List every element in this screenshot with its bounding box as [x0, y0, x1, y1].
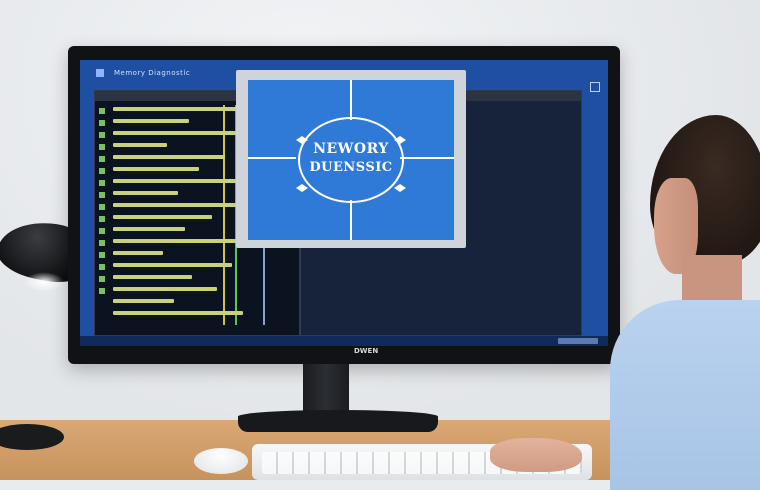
desk-lamp-light — [24, 272, 64, 292]
taskbar[interactable] — [80, 336, 608, 346]
monitor-brand-label: DWEN — [354, 347, 379, 355]
computer-mouse[interactable] — [194, 448, 248, 474]
code-gutter — [99, 105, 109, 325]
person-hand — [490, 438, 582, 472]
person-shirt — [610, 300, 760, 490]
diagram-title-line1: NEWORY — [313, 141, 389, 157]
window-control-icon[interactable] — [590, 82, 600, 92]
diagram-title-line2: DUENSSIC — [309, 160, 393, 175]
taskbar-tray[interactable] — [558, 338, 598, 344]
monitor-stand-base — [238, 410, 438, 432]
memory-diagnostic-diagram: NEWORY DUENSSIC — [248, 80, 454, 240]
os-window-title: Memory Diagnostic — [114, 69, 191, 77]
windows-logo-icon — [96, 69, 104, 77]
